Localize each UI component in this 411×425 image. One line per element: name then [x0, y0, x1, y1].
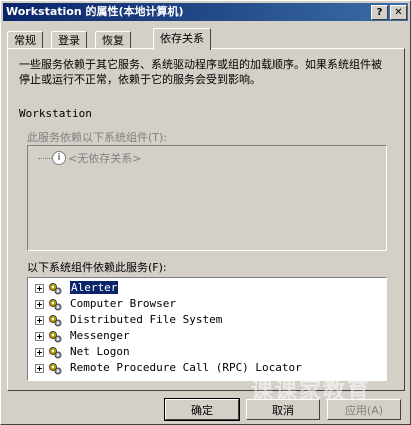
- dependents-label: 以下系统组件依赖此服务(F):: [27, 261, 167, 274]
- tree-row[interactable]: Alerter: [28, 280, 384, 296]
- dependents-tree[interactable]: Alerter Computer Browser Distributed Fil…: [27, 277, 387, 381]
- tree-row[interactable]: Distributed File System: [28, 312, 384, 328]
- tree-row-label[interactable]: Computer Browser: [70, 297, 176, 310]
- tab-general[interactable]: 常规: [7, 31, 43, 49]
- close-button[interactable]: ✕: [390, 5, 407, 20]
- tree-row-label[interactable]: Net Logon: [70, 345, 130, 358]
- depends-on-tree: i <无依存关系>: [27, 145, 387, 251]
- tree-row-label[interactable]: Alerter: [68, 280, 120, 295]
- tree-row-label[interactable]: Distributed File System: [70, 313, 222, 326]
- expand-icon[interactable]: [35, 316, 44, 325]
- tab-logon[interactable]: 登录: [51, 31, 87, 49]
- tab-dependencies[interactable]: 依存关系: [153, 28, 211, 50]
- tree-row[interactable]: Messenger: [28, 328, 384, 344]
- tab-recovery[interactable]: 恢复: [95, 31, 131, 49]
- gear-services-icon: [49, 331, 62, 343]
- tree-row[interactable]: Net Logon: [28, 344, 384, 360]
- info-icon: i: [52, 151, 66, 165]
- properties-dialog: Workstation 的属性(本地计算机) ? ✕ 常规 登录 恢复 依存关系…: [0, 0, 411, 425]
- gear-services-icon: [49, 363, 62, 375]
- apply-button[interactable]: 应用(A): [327, 399, 401, 420]
- depends-on-label: 此服务依赖以下系统组件(T):: [27, 131, 168, 144]
- tree-connector: [38, 158, 52, 159]
- gear-services-icon: [49, 315, 62, 327]
- expand-icon[interactable]: [35, 364, 44, 373]
- tab-strip: 常规 登录 恢复 依存关系: [7, 27, 407, 50]
- expand-icon[interactable]: [35, 348, 44, 357]
- tree-row[interactable]: Computer Browser: [28, 296, 384, 312]
- cancel-button[interactable]: 取消: [246, 399, 320, 420]
- description-text: 一些服务依赖于其它服务、系统驱动程序或组的加载顺序。如果系统组件被停止或运行不正…: [19, 58, 382, 86]
- expand-icon[interactable]: [35, 300, 44, 309]
- gear-services-icon: [49, 283, 62, 295]
- window-title: Workstation 的属性(本地计算机): [6, 5, 184, 18]
- gear-services-icon: [49, 347, 62, 359]
- tree-row-label[interactable]: Messenger: [70, 329, 130, 342]
- expand-icon[interactable]: [35, 284, 44, 293]
- service-name: Workstation: [19, 107, 92, 120]
- tree-row[interactable]: Remote Procedure Call (RPC) Locator: [28, 360, 384, 376]
- title-bar[interactable]: Workstation 的属性(本地计算机) ? ✕: [3, 3, 408, 21]
- ok-button[interactable]: 确定: [164, 398, 240, 421]
- tree-row-label[interactable]: Remote Procedure Call (RPC) Locator: [70, 361, 302, 374]
- no-dependency-item: <无依存关系>: [68, 152, 142, 165]
- expand-icon[interactable]: [35, 332, 44, 341]
- gear-services-icon: [49, 299, 62, 311]
- help-button[interactable]: ?: [371, 5, 388, 20]
